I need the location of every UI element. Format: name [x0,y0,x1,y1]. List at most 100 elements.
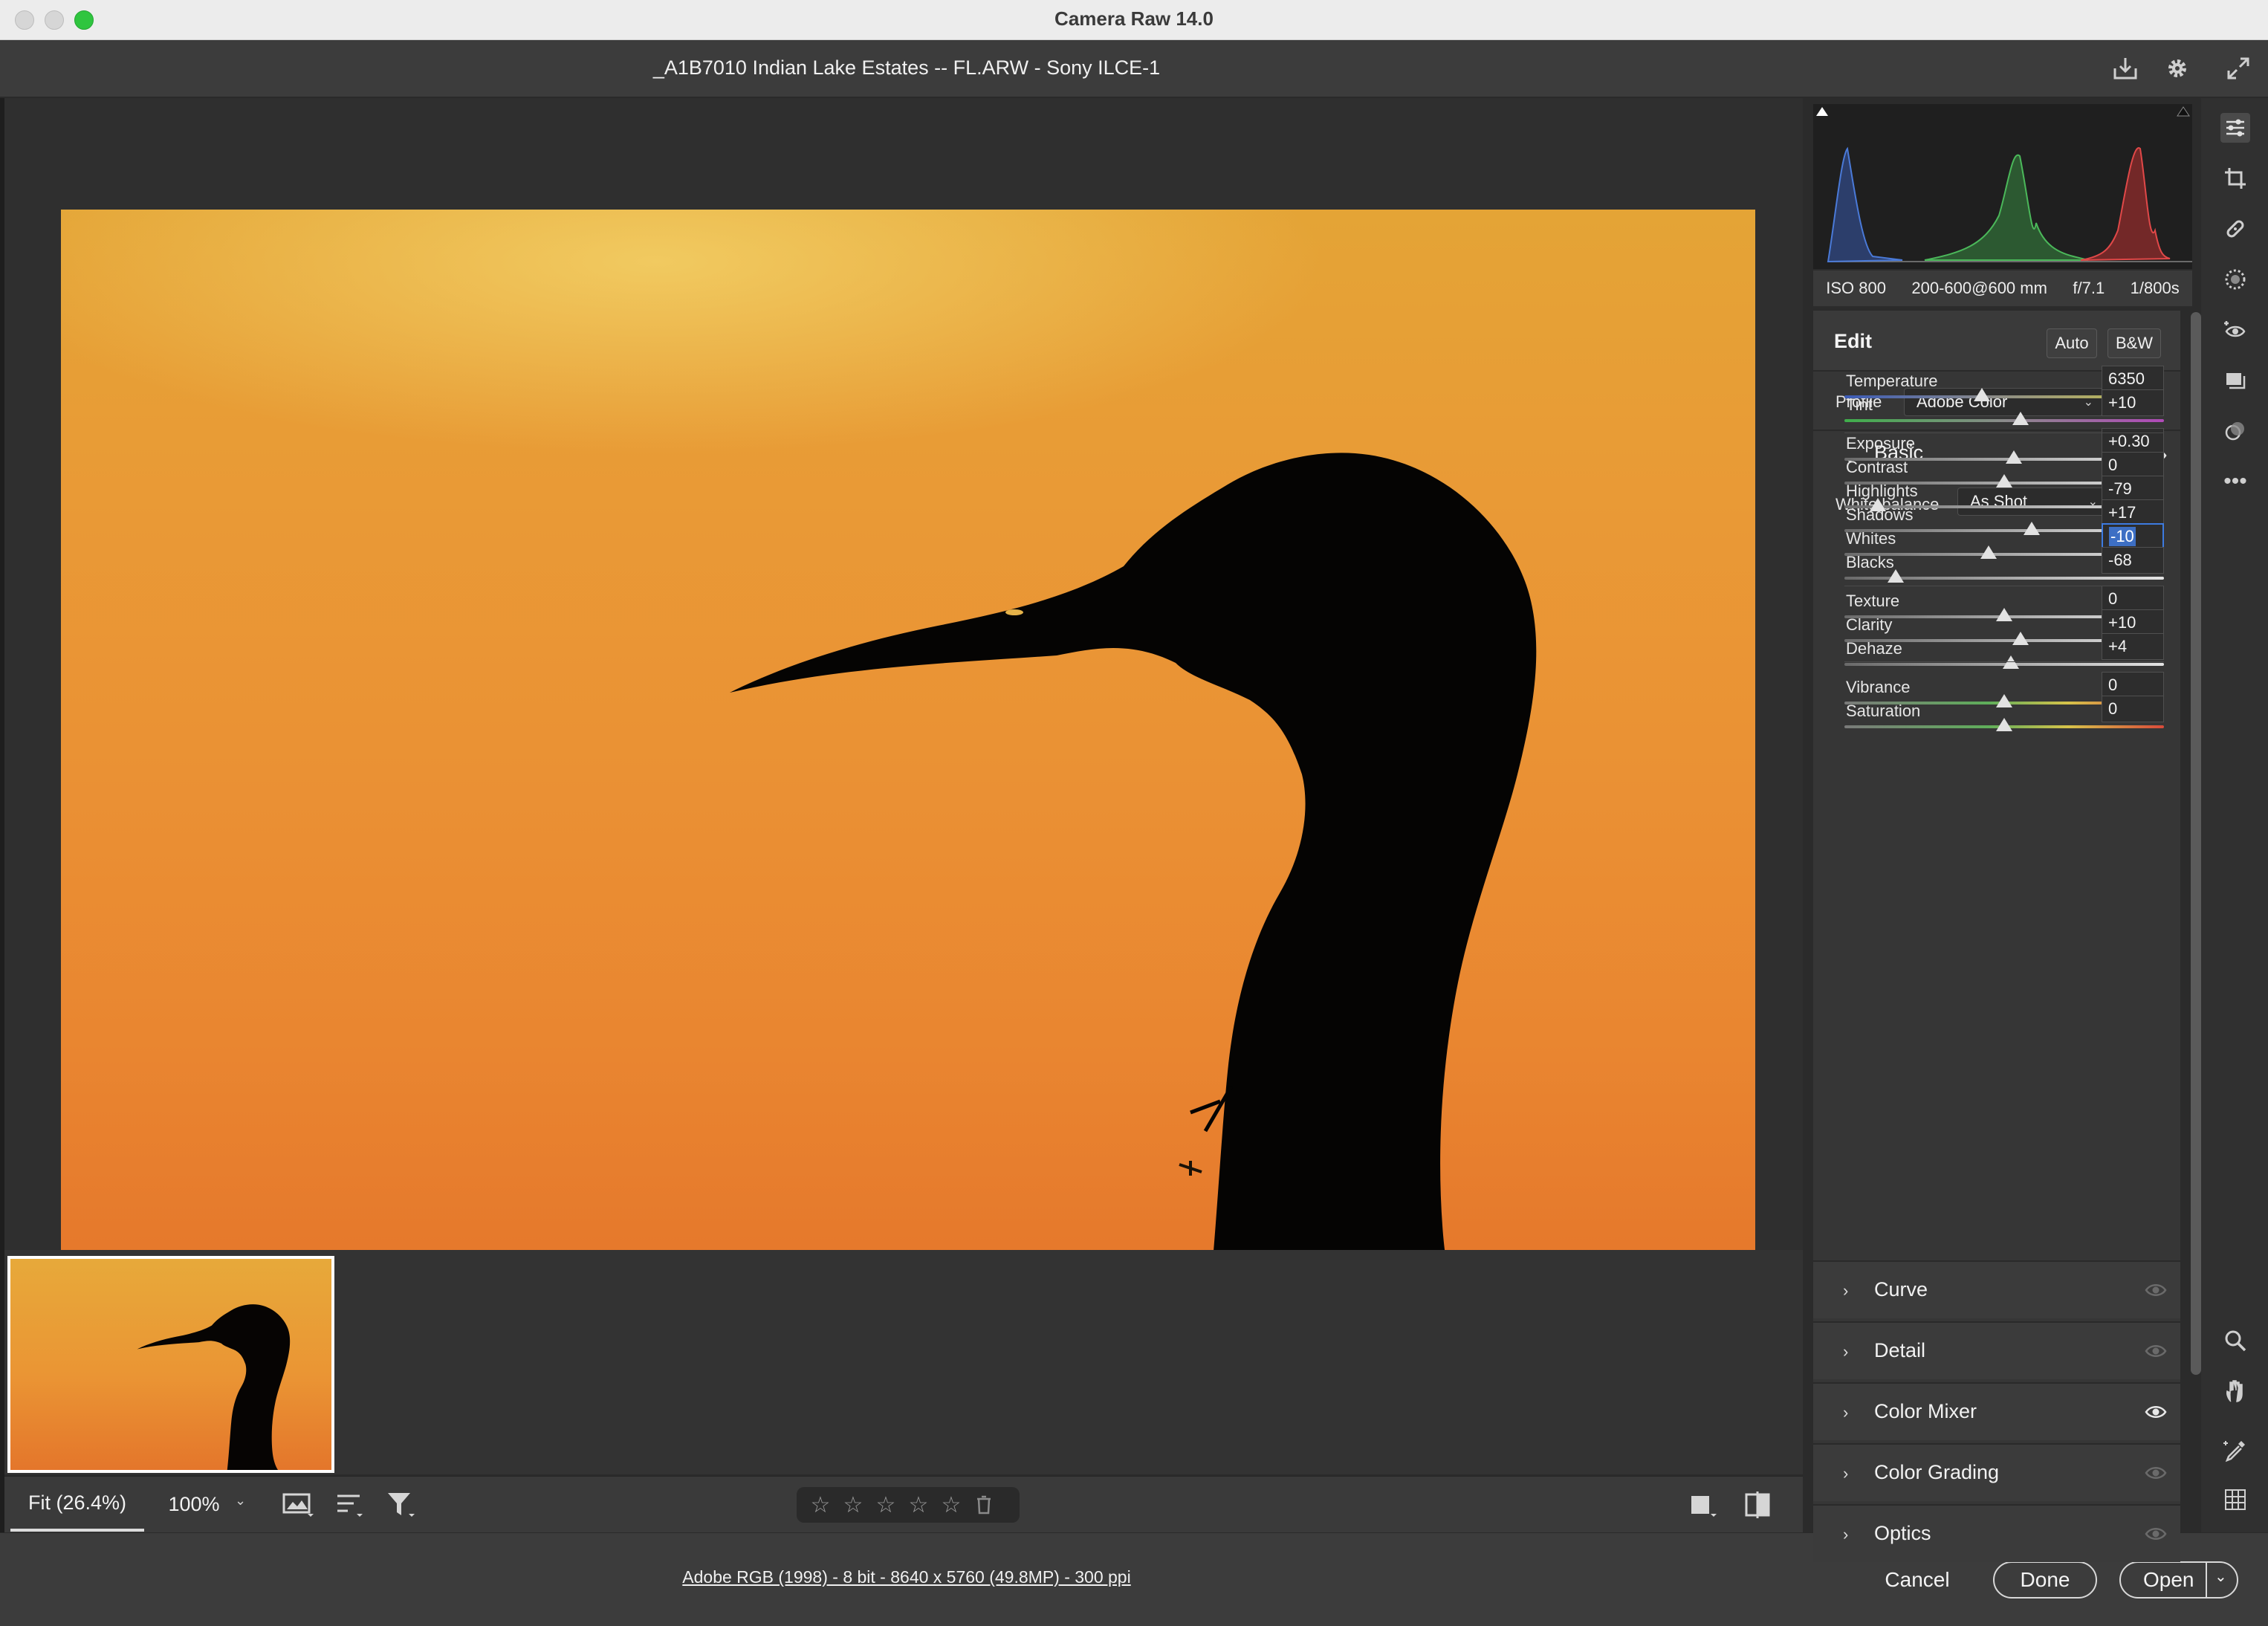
slider-track-tint[interactable] [1844,419,2164,422]
sort-icon[interactable] [334,1490,366,1518]
grid-icon[interactable] [2220,1485,2250,1515]
filmstrip-thumbnail[interactable] [7,1256,334,1473]
section-title: Color Grading [1874,1461,2000,1483]
slider-thumb-temperature[interactable] [1973,388,1990,401]
white-balance-dropdown[interactable]: As Shot ⌄ [1957,488,2107,516]
slider-value-temperature[interactable]: 6350 [2102,366,2164,392]
slider-value-text: +10 [2108,613,2136,632]
slider-value-tint[interactable]: +10 [2102,389,2164,416]
section-detail[interactable]: › Detail [1813,1321,2180,1379]
save-icon[interactable] [2110,54,2140,83]
visibility-eye-icon[interactable] [2145,1464,2167,1482]
snapshots-icon[interactable] [2220,366,2250,395]
slider-value-text: 0 [2108,676,2118,694]
slider-label-temperature: Temperature [1846,372,1938,390]
edit-panel: Edit Auto B&W Profile Adobe Color ⌄ ⌄ Ba… [1813,311,2180,1562]
section-curve[interactable]: › Curve [1813,1260,2180,1318]
slider-thumb-texture[interactable] [1996,608,2012,621]
cancel-button[interactable]: Cancel [1880,1561,1954,1599]
slider-label-shadows: Shadows [1846,505,1914,524]
rating-star-3[interactable]: ☆ [874,1492,898,1518]
slider-label-whites: Whites [1846,529,1896,548]
slider-value-shadows[interactable]: +17 [2102,499,2164,526]
edit-header: Edit Auto B&W [1813,311,2180,372]
crop-icon[interactable] [2220,163,2250,193]
slider-label-vibrance: Vibrance [1846,678,1911,696]
masking-icon[interactable] [2220,265,2250,294]
slider-value-text: +10 [2108,393,2136,412]
rating-star-5[interactable]: ☆ [939,1492,963,1518]
zoom-100-button[interactable]: 100% [153,1477,235,1532]
slider-value-highlights[interactable]: -79 [2102,476,2164,502]
healing-icon[interactable] [2220,214,2250,244]
slider-thumb-dehaze[interactable] [2002,655,2019,669]
filter-icon[interactable] [385,1490,416,1518]
slider-thumb-vibrance[interactable] [1996,694,2012,707]
filmstrip-options-icon[interactable] [282,1490,314,1518]
visibility-eye-icon[interactable] [2145,1403,2167,1421]
open-options-chevron-icon[interactable]: ⌄ [2214,1567,2227,1586]
zoom-icon[interactable] [2220,1326,2250,1355]
slider-value-text: -10 [2109,527,2136,546]
before-after-icon[interactable] [1743,1490,1773,1520]
slider-label-saturation: Saturation [1846,702,1921,720]
open-button[interactable]: Open ⌄ [2119,1561,2238,1599]
rating-star-4[interactable]: ☆ [907,1492,930,1518]
section-title: Color Mixer [1874,1400,1977,1422]
slider-label-exposure: Exposure [1846,434,1915,453]
window-titlebar: Camera Raw 14.0 [0,0,2268,40]
workflow-options-link[interactable]: Adobe RGB (1998) - 8 bit - 8640 x 5760 (… [0,1567,1813,1587]
slider-value-clarity[interactable]: +10 [2102,609,2164,636]
color-sampler-icon[interactable] [2220,1436,2250,1465]
hand-icon[interactable] [2220,1376,2250,1406]
presets-icon[interactable] [2220,416,2250,446]
auto-button[interactable]: Auto [2047,328,2097,358]
section-title: Curve [1874,1278,1928,1301]
crane-silhouette [730,453,1537,1339]
chevron-right-icon: › [1843,1525,1849,1544]
fit-zoom-button[interactable]: Fit (26.4%) [10,1477,144,1532]
slider-value-text: +17 [2108,503,2136,522]
slider-thumb-whites[interactable] [1980,545,1997,559]
edit-sliders-icon[interactable] [2220,113,2250,143]
slider-thumb-tint[interactable] [2012,412,2029,425]
slider-value-blacks[interactable]: -68 [2102,547,2164,574]
section-color-grading[interactable]: › Color Grading [1813,1443,2180,1501]
visibility-eye-icon[interactable] [2145,1525,2167,1543]
rating-star-1[interactable]: ☆ [809,1492,832,1518]
slider-thumb-saturation[interactable] [1996,718,2012,731]
red-eye-icon[interactable] [2220,315,2250,345]
single-view-icon[interactable] [1687,1490,1717,1520]
fullscreen-icon[interactable] [2223,54,2253,83]
chevron-right-icon: › [1843,1281,1849,1300]
done-button[interactable]: Done [1993,1561,2097,1599]
slider-value-contrast[interactable]: 0 [2102,452,2164,479]
bw-button[interactable]: B&W [2107,328,2161,358]
slider-thumb-shadows[interactable] [2023,522,2040,535]
section-color-mixer[interactable]: › Color Mixer [1813,1382,2180,1440]
more-icon[interactable]: ••• [2220,467,2250,496]
trash-icon[interactable] [972,1495,996,1515]
preview-photo[interactable] [61,210,1755,1339]
slider-thumb-clarity[interactable] [2012,632,2029,645]
slider-thumb-contrast[interactable] [1996,474,2012,488]
slider-value-whites[interactable]: -10 [2102,523,2164,550]
settings-gear-icon[interactable] [2162,54,2192,83]
slider-label-contrast: Contrast [1846,458,1908,476]
chevron-right-icon: › [1843,1342,1849,1361]
zoom-dropdown-chevron-icon[interactable]: ⌄ [235,1493,246,1509]
slider-thumb-blacks[interactable] [1887,569,1904,583]
rating-star-2[interactable]: ☆ [841,1492,865,1518]
image-canvas[interactable] [4,98,1803,1339]
visibility-eye-icon[interactable] [2145,1281,2167,1299]
profile-dropdown[interactable]: Adobe Color ⌄ [1904,388,2103,416]
slider-value-texture[interactable]: 0 [2102,586,2164,612]
slider-value-saturation[interactable]: 0 [2102,696,2164,722]
visibility-eye-icon[interactable] [2145,1342,2167,1360]
slider-value-vibrance[interactable]: 0 [2102,672,2164,699]
panel-scrollbar[interactable] [2191,312,2201,1375]
slider-thumb-exposure[interactable] [2005,450,2022,464]
section-optics[interactable]: › Optics [1813,1504,2180,1562]
star-rating[interactable]: ☆ ☆ ☆ ☆ ☆ [797,1487,1020,1523]
slider-value-dehaze[interactable]: +4 [2102,633,2164,660]
